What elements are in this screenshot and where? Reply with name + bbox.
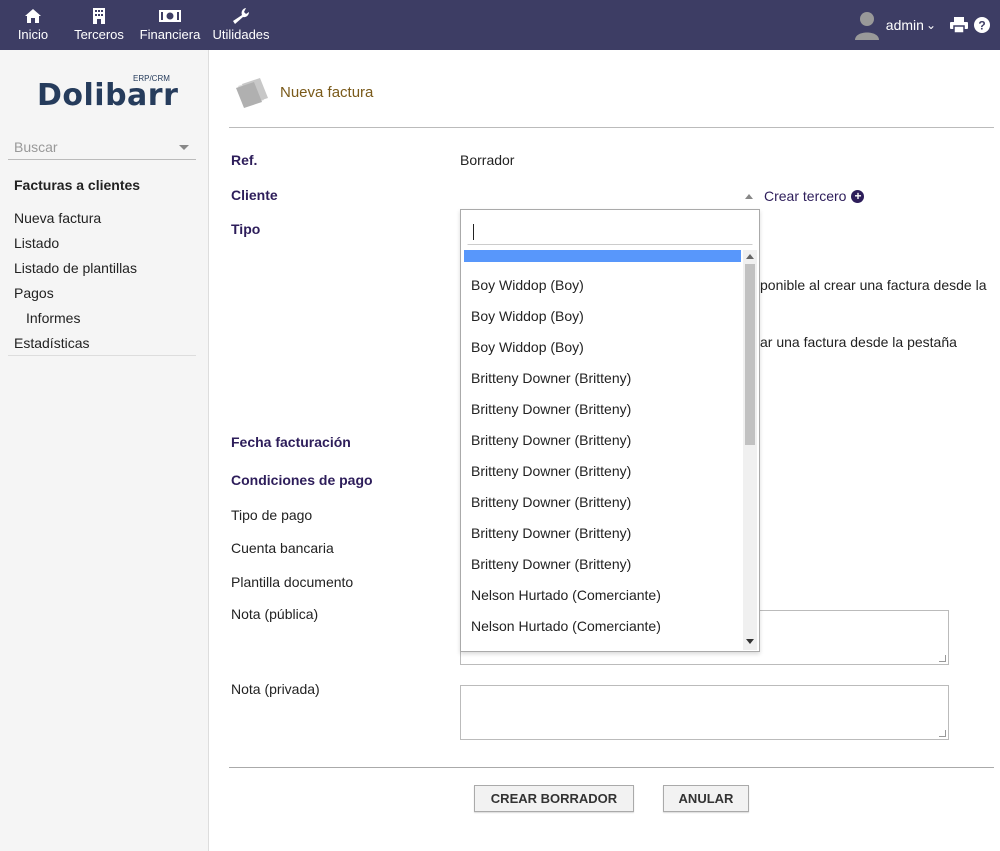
scrollbar-thumb[interactable] [745,264,755,445]
dropdown-option[interactable]: Britteny Downer (Britteny) [464,425,741,456]
search-placeholder: Buscar [14,139,58,155]
money-icon [159,10,181,22]
sidebar-item-listado-plantillas[interactable]: Listado de plantillas [14,256,196,281]
nota-privada-label: Nota (privada) [231,681,320,697]
dropdown-option[interactable]: Britteny Downer (Britteny) [464,487,741,518]
tipo-label: Tipo [231,221,261,237]
topmenu-label: Terceros [74,27,124,42]
username[interactable]: admin [886,17,924,33]
tipo-pago-label: Tipo de pago [231,507,313,523]
plus-circle-icon: + [851,189,865,203]
invoice-folder-icon [236,78,268,108]
dropdown-option[interactable]: Nelson Hurtado (Comerciante) [464,642,741,650]
dropdown-option[interactable]: Nelson Hurtado (Comerciante) [464,580,741,611]
dropdown-scrollbar[interactable] [743,250,757,650]
scroll-up-icon[interactable] [746,254,754,259]
top-navbar: Inicio Terceros Financiera Utilidades ad… [0,0,1000,50]
help-icon[interactable]: ? [974,17,990,33]
topmenu-utilidades[interactable]: Utilidades [208,0,274,50]
text-cursor [473,224,474,240]
cliente-label: Cliente [231,187,278,203]
topmenu-label: Utilidades [212,27,270,42]
sidebar-item-estadisticas[interactable]: Estadísticas [14,331,196,356]
nota-publica-label: Nota (pública) [231,606,319,622]
dropdown-option[interactable]: Boy Widdop (Boy) [464,270,741,301]
tipo-help-text-2: ar una factura desde la pestaña [760,334,957,350]
user-area: admin ⌄ ? [854,0,990,50]
dropdown-option[interactable]: Nelson Hurtado (Comerciante) [464,611,741,642]
topmenu-inicio[interactable]: Inicio [0,0,66,50]
building-icon [93,8,105,24]
dropdown-option[interactable]: Boy Widdop (Boy) [464,332,741,363]
dolibarr-logo[interactable]: Dolibarr ERP/CRM [37,74,178,114]
dropdown-search-input[interactable] [467,217,753,245]
crear-borrador-button[interactable]: CREAR BORRADOR [474,785,634,812]
scroll-down-icon[interactable] [746,639,754,644]
sidebar-menu: Facturas a clientes Nueva factura Listad… [14,176,196,356]
ref-label: Ref. [231,152,258,168]
ref-value: Borrador [460,152,515,168]
top-menu: Inicio Terceros Financiera Utilidades [0,0,274,50]
topmenu-label: Financiera [139,27,201,42]
condiciones-label: Condiciones de pago [231,472,373,488]
page-title: Nueva factura [280,84,374,101]
svg-text:?: ? [978,19,985,33]
home-icon [25,9,41,23]
dropdown-option[interactable]: Britteny Downer (Britteny) [464,363,741,394]
cliente-dropdown: Boy Widdop (Boy) Boy Widdop (Boy) Boy Wi… [460,209,760,652]
avatar-icon[interactable] [854,10,880,40]
chevron-down-icon[interactable]: ⌄ [926,18,936,32]
sidebar-item-informes[interactable]: Informes [14,306,196,331]
fecha-label: Fecha facturación [231,434,351,450]
crear-tercero-link[interactable]: Crear tercero + [764,188,865,204]
dropdown-option[interactable]: Britteny Downer (Britteny) [464,456,741,487]
sidebar-item-listado[interactable]: Listado [14,231,196,256]
dropdown-option[interactable]: Britteny Downer (Britteny) [464,518,741,549]
dropdown-arrow-icon [179,145,189,150]
anular-button[interactable]: ANULAR [663,785,749,812]
title-divider [229,127,994,128]
topmenu-terceros[interactable]: Terceros [66,0,132,50]
sidebar: Dolibarr ERP/CRM Buscar Facturas a clien… [0,50,209,851]
chevron-up-icon[interactable] [745,194,753,199]
dropdown-option[interactable]: Boy Widdop (Boy) [464,301,741,332]
sidebar-divider [8,355,196,356]
logo-text: Dolibarr [37,78,179,113]
dropdown-option-highlighted[interactable] [464,250,741,262]
sidebar-section-title[interactable]: Facturas a clientes [14,176,196,206]
dropdown-options-list[interactable]: Boy Widdop (Boy) Boy Widdop (Boy) Boy Wi… [461,248,759,650]
wrench-icon [233,8,250,24]
resize-grip-icon[interactable] [939,655,946,662]
sidebar-item-pagos[interactable]: Pagos [14,281,196,306]
dropdown-option[interactable]: Britteny Downer (Britteny) [464,549,741,580]
crear-tercero-label: Crear tercero [764,188,847,204]
search-select[interactable]: Buscar [8,134,196,160]
dropdown-option[interactable]: Britteny Downer (Britteny) [464,394,741,425]
resize-grip-icon[interactable] [939,730,946,737]
sidebar-item-nueva-factura[interactable]: Nueva factura [14,206,196,231]
printer-icon[interactable] [950,17,968,33]
nota-privada-textarea[interactable] [460,685,949,740]
plantilla-label: Plantilla documento [231,574,354,590]
logo-subtitle: ERP/CRM [133,74,170,83]
cuenta-bancaria-label: Cuenta bancaria [231,540,334,556]
form-divider [229,767,994,768]
topmenu-label: Inicio [17,27,49,42]
tipo-help-text-1: ponible al crear una factura desde la [760,277,987,293]
topmenu-financiera[interactable]: Financiera [132,0,208,50]
